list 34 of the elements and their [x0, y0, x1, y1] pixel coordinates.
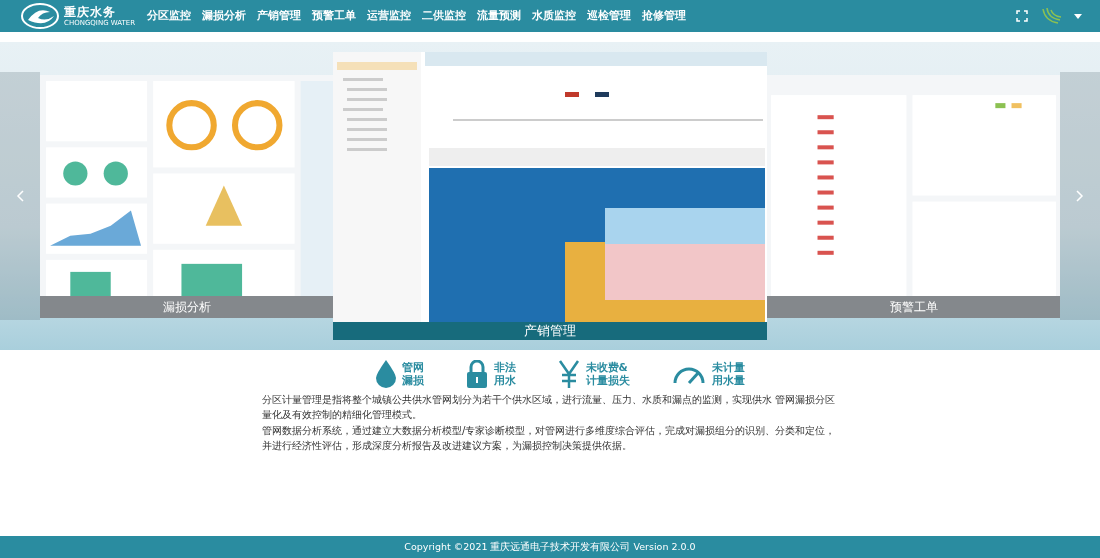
nav-link[interactable]: 二供监控	[417, 9, 471, 23]
copyright-text: Copyright ©2021 重庆远通电子技术开发有限公司 Version 2.0.0	[404, 540, 696, 554]
chevron-left-icon	[16, 190, 24, 202]
slide-caption: 预警工单	[767, 295, 1060, 318]
description-paragraph: 管网数据分析系统，通过建立大数据分析模型/专家诊断模型，对管网进行多维度综合评估，完成对漏损组分的识别、分类和定位，并进行经济性评估，形成深度分析报告及改进建议方案，为漏损控制决策提供依据。	[262, 423, 837, 453]
next-button[interactable]	[1060, 72, 1100, 320]
feature-label: 非法 用水	[493, 360, 516, 388]
nav-link[interactable]: 产销管理	[252, 9, 306, 23]
nav-link[interactable]: 抢修管理	[637, 9, 691, 23]
carousel-slide[interactable]: 产销管理	[333, 52, 767, 340]
feature-label: 管网 漏损	[401, 360, 424, 388]
leaf-icon[interactable]	[1040, 7, 1062, 25]
feature-label: 未收费& 计量损失	[585, 360, 630, 388]
nav-link[interactable]: 分区监控	[142, 9, 196, 23]
description-paragraph: 分区计量管理是指将整个城镇公共供水管网划分为若干个供水区域，进行流量、压力、水质和漏点的监测，实现供水 管网漏损分区量化及有效控制的精细化管理模式。	[262, 393, 837, 423]
feature-label: 未计量 用水量	[711, 360, 745, 388]
caret-icon[interactable]	[1074, 13, 1082, 19]
nav-link[interactable]: 运营监控	[362, 9, 416, 23]
nav-link[interactable]: 流量预测	[472, 9, 526, 23]
nav-link[interactable]: 水质监控	[527, 9, 581, 23]
nav-link[interactable]: 预警工单	[307, 9, 361, 23]
lock-icon	[465, 360, 488, 388]
fullscreen-icon[interactable]	[1016, 10, 1028, 22]
carousel-slide[interactable]: 预警工单	[767, 74, 1060, 318]
nav-link[interactable]: 巡检管理	[582, 9, 636, 23]
water-drop-icon	[375, 360, 396, 388]
previous-button[interactable]	[0, 72, 40, 320]
carousel-slide[interactable]: 漏损分析	[40, 74, 333, 318]
nav-link[interactable]: 漏损分析	[197, 9, 251, 23]
yen-icon	[557, 360, 580, 388]
logo-title: 重庆水务	[64, 5, 117, 18]
logo-icon	[20, 2, 60, 30]
slide-caption: 漏损分析	[40, 295, 333, 318]
chevron-right-icon	[1076, 190, 1084, 202]
